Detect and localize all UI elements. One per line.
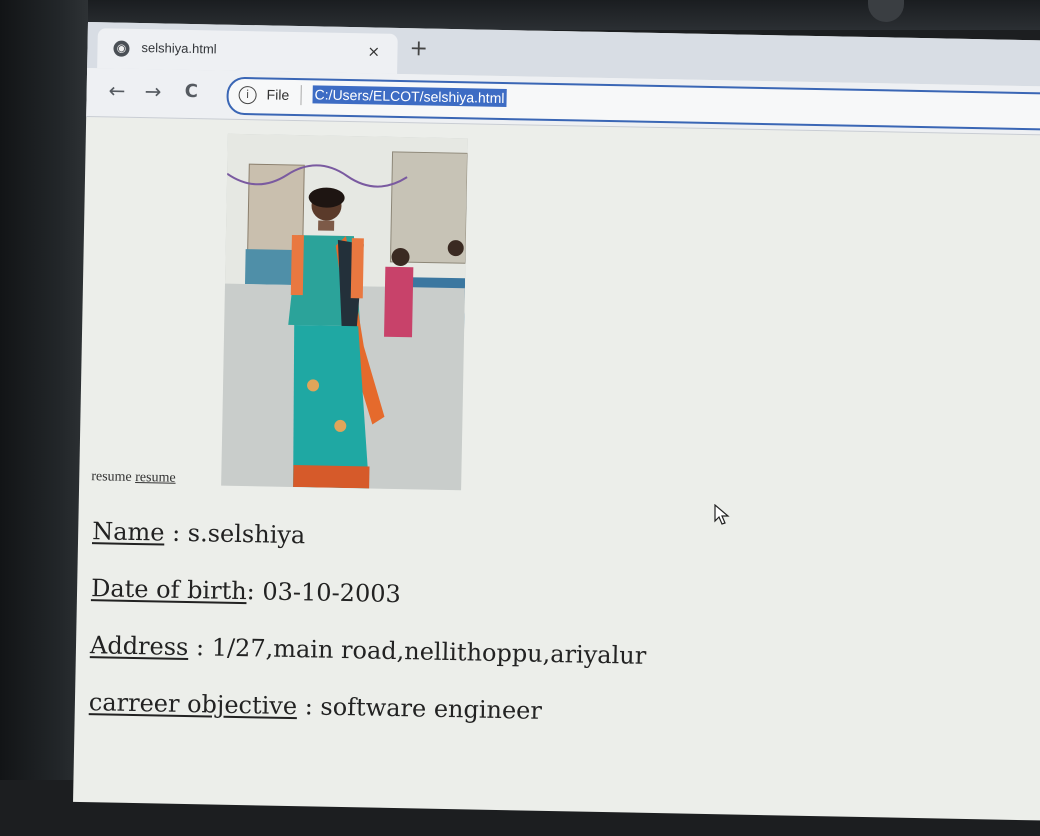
browser-tab[interactable]: ◉ selshiya.html × xyxy=(97,28,398,74)
career-objective-value: : software engineer xyxy=(296,692,543,725)
new-tab-button[interactable]: + xyxy=(409,36,428,61)
broken-image-alt: resume resume xyxy=(91,469,176,487)
career-objective-label: carreer objective xyxy=(88,688,298,721)
address-label: Address xyxy=(89,631,189,662)
reload-button[interactable]: C xyxy=(184,81,198,102)
profile-photo xyxy=(221,133,468,491)
forward-button[interactable]: → xyxy=(144,79,161,103)
mouse-cursor-icon xyxy=(714,504,730,525)
back-button[interactable]: ← xyxy=(108,78,125,102)
resume-link[interactable]: resume xyxy=(135,470,176,486)
divider xyxy=(300,85,302,106)
name-value: : s.selshiya xyxy=(164,518,306,550)
globe-icon: ◉ xyxy=(113,40,130,57)
dob-field: Date of birth: 03-10-2003 xyxy=(91,574,401,608)
photo-illustration xyxy=(221,133,468,491)
dob-label: Date of birth xyxy=(90,574,247,606)
scheme-label: File xyxy=(266,86,290,103)
browser-window: ◉ selshiya.html × + ← → C i File C:/User… xyxy=(73,22,1040,821)
name-label: Name xyxy=(91,517,165,547)
address-value: : 1/27,main road,nellithoppu,ariyalur xyxy=(188,633,647,670)
dob-value: : 03-10-2003 xyxy=(246,577,402,609)
info-icon[interactable]: i xyxy=(238,85,257,105)
close-tab-icon[interactable]: × xyxy=(367,42,380,60)
page-content: resume resume Name : s.selshiya Date of … xyxy=(73,117,1040,836)
tab-title: selshiya.html xyxy=(141,40,217,57)
name-field: Name : s.selshiya xyxy=(92,517,306,549)
address-field: Address : 1/27,main road,nellithoppu,ari… xyxy=(90,631,647,670)
broken-image-text: resume xyxy=(91,469,132,485)
url-text[interactable]: C:/Users/ELCOT/selshiya.html xyxy=(312,85,507,108)
career-objective-field: carreer objective : software engineer xyxy=(89,688,542,725)
